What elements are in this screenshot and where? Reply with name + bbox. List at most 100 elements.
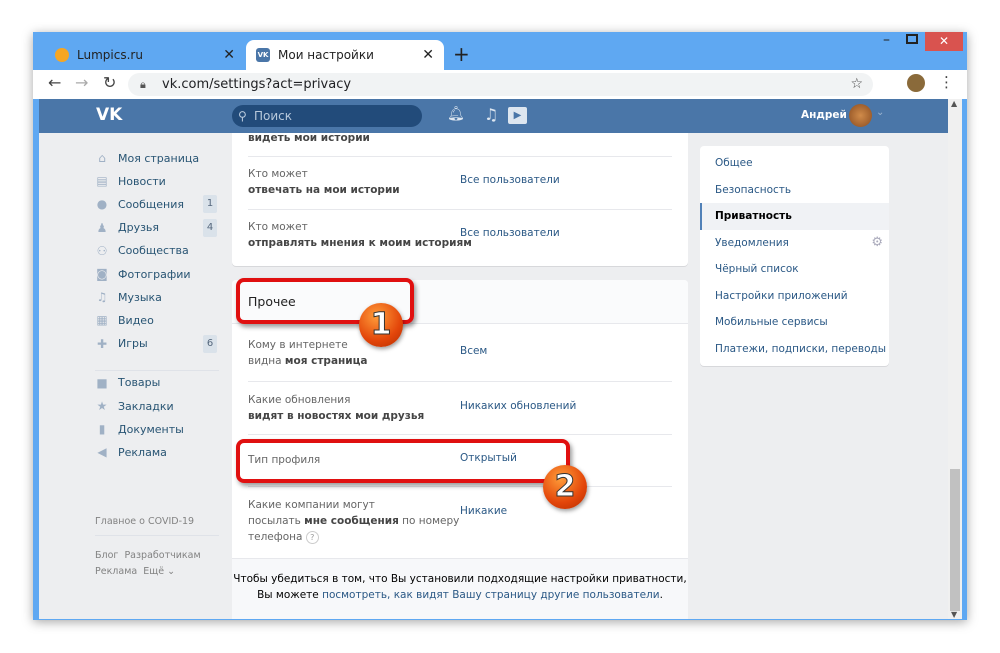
footer-link-more[interactable]: Ещё ⌄ — [143, 566, 175, 577]
close-tab-icon[interactable]: ✕ — [223, 47, 235, 63]
scroll-down-icon[interactable]: ▼ — [951, 610, 957, 619]
close-tab-icon[interactable]: ✕ — [422, 47, 434, 63]
search-input[interactable]: ⚲ Поиск — [232, 105, 422, 127]
tab-lumpics[interactable]: Lumpics.ru ✕ — [45, 40, 245, 70]
sidebar-item-label: Моя страница — [118, 151, 200, 165]
sidebar-item[interactable]: ▦ Видео — [95, 310, 153, 330]
footer-link-ads[interactable]: Реклама — [95, 566, 137, 577]
sidebar-item[interactable]: ⌂ Моя страница — [95, 148, 199, 168]
settings-menu-item[interactable]: Безопасность — [700, 177, 889, 204]
sidebar-item-label: Фотографии — [118, 267, 191, 281]
settings-menu-item[interactable]: Настройки приложений — [700, 283, 889, 310]
sidebar-item[interactable]: ▤ Новости — [95, 171, 166, 191]
setting-value-dropdown[interactable]: Все пользователи — [460, 227, 560, 239]
reload-icon[interactable]: ↻ — [103, 73, 116, 92]
menu-item-label: Чёрный список — [715, 263, 799, 275]
music-icon[interactable]: ♫ — [484, 105, 498, 124]
chevron-down-icon[interactable]: ⌄ — [876, 107, 884, 118]
row-label: телефона — [248, 531, 303, 543]
row-label: видеть мои истории — [248, 133, 370, 144]
groups-icon: ⚇ — [96, 243, 108, 258]
row-label-bold: отвечать на мои истории — [248, 184, 400, 196]
settings-menu-item[interactable]: Чёрный список — [700, 256, 889, 283]
highlight-box-2 — [236, 439, 570, 483]
covid-link[interactable]: Главное о COVID-19 — [95, 516, 194, 527]
step-badge-2: 2 — [543, 465, 587, 509]
sidebar-item[interactable]: ⚇ Сообщества — [95, 241, 189, 261]
settings-menu-item[interactable]: Общее — [700, 150, 889, 177]
row-label: по номеру — [398, 515, 460, 527]
sidebar-item[interactable]: ■ Товары — [95, 373, 160, 393]
sidebar-item[interactable]: ♫ Музыка — [95, 287, 162, 307]
minimize-button[interactable]: – — [883, 32, 890, 48]
setting-value-dropdown[interactable]: Никаких обновлений — [460, 400, 576, 412]
browser-window: Lumpics.ru ✕ VK Мои настройки ✕ + – ✕ ← … — [33, 32, 967, 620]
help-icon[interactable]: ? — [305, 531, 319, 544]
view-as-link[interactable]: посмотреть, как видят Вашу страницу друг… — [322, 589, 660, 601]
sidebar-item[interactable]: ◙ Фотографии — [95, 264, 191, 284]
settings-menu-item[interactable]: Приватность — [700, 203, 889, 230]
menu-item-label: Уведомления — [715, 236, 789, 249]
url-text: vk.com/settings?act=privacy — [162, 77, 352, 92]
setting-value-dropdown[interactable]: Никакие — [460, 505, 507, 517]
home-icon: ⌂ — [98, 151, 106, 165]
address-bar[interactable]: 🔒︎ vk.com/settings?act=privacy ☆ — [128, 73, 873, 96]
tab-settings[interactable]: VK Мои настройки ✕ — [246, 40, 444, 70]
video-player-icon[interactable]: ▶ — [508, 107, 527, 124]
sidebar-item-label: Друзья — [118, 221, 160, 235]
sidebar-item[interactable]: ● Сообщения 1 — [95, 194, 217, 214]
bell-icon[interactable]: 🔔︎ — [447, 106, 465, 122]
sidebar-item[interactable]: ♟ Друзья 4 — [95, 218, 217, 238]
footer-link-blog[interactable]: Блог — [95, 550, 118, 561]
row-label: Какие компании могут — [248, 499, 375, 511]
setting-value-dropdown[interactable]: Всем — [460, 345, 487, 357]
settings-menu-item[interactable]: Мобильные сервисы — [700, 309, 889, 336]
bag-icon: ■ — [96, 375, 108, 390]
sidebar-item[interactable]: ◀ Реклама — [95, 442, 166, 462]
star-icon: ★ — [96, 399, 108, 413]
row-label: Кто может — [248, 221, 308, 233]
tab-title: Lumpics.ru — [77, 48, 143, 62]
messages-icon: ● — [96, 197, 108, 212]
close-window-button[interactable]: ✕ — [925, 32, 963, 51]
badge: 4 — [203, 218, 217, 237]
menu-icon[interactable]: ⋮ — [939, 73, 954, 91]
avatar[interactable] — [849, 104, 872, 127]
menu-item-label: Платежи, подписки, переводы — [715, 342, 887, 355]
music-icon: ♫ — [96, 290, 108, 305]
row-label-bold: отправлять мнения к моим историям — [248, 237, 472, 249]
gear-icon[interactable]: ⚙ — [871, 230, 883, 257]
footer-link-developers[interactable]: Разработчикам — [124, 550, 200, 561]
vk-logo[interactable]: VK — [96, 105, 122, 125]
toolbar: ← → ↻ 🔒︎ vk.com/settings?act=privacy ☆ ⋮ — [33, 70, 967, 99]
tab-title: Мои настройки — [278, 48, 374, 62]
forward-icon[interactable]: → — [75, 73, 88, 92]
settings-menu-item[interactable]: Платежи, подписки, переводы — [700, 336, 889, 363]
maximize-button[interactable] — [906, 34, 918, 44]
scroll-thumb[interactable] — [950, 469, 960, 611]
star-icon[interactable]: ☆ — [850, 73, 863, 96]
sidebar-item[interactable]: ★ Закладки — [95, 396, 174, 416]
games-icon: ✚ — [96, 336, 108, 351]
menu-item-label: Настройки приложений — [715, 289, 848, 302]
back-icon[interactable]: ← — [48, 73, 61, 92]
profile-avatar[interactable] — [907, 74, 925, 92]
scroll-up-icon[interactable]: ▲ — [951, 99, 957, 108]
stories-card: видеть мои истории Кто может отвечать на … — [232, 133, 688, 266]
setting-row: Кто может отвечать на мои истории Все пол… — [248, 156, 672, 209]
badge: 1 — [203, 195, 217, 214]
sidebar-footer: Блог Разработчикам Реклама Ещё ⌄ — [95, 548, 201, 580]
setting-row: Какие обновления видят в новостях мои дру… — [248, 381, 672, 434]
badge: 6 — [203, 334, 217, 353]
user-name[interactable]: Андрей — [801, 109, 847, 121]
sidebar-item[interactable]: ▮ Документы — [95, 419, 184, 439]
friends-icon: ♟ — [96, 220, 108, 235]
new-tab-button[interactable]: + — [453, 42, 470, 66]
scrollbar[interactable]: ▲ ▼ — [948, 99, 962, 619]
sidebar-item[interactable]: ✚ Игры 6 — [95, 334, 217, 354]
sidebar-item-label: Сообщества — [118, 244, 189, 258]
menu-item-label: Общее — [715, 157, 753, 169]
setting-value-dropdown[interactable]: Все пользователи — [460, 174, 560, 186]
settings-menu-item[interactable]: Уведомления ⚙ — [700, 230, 889, 257]
search-placeholder: Поиск — [254, 109, 293, 123]
